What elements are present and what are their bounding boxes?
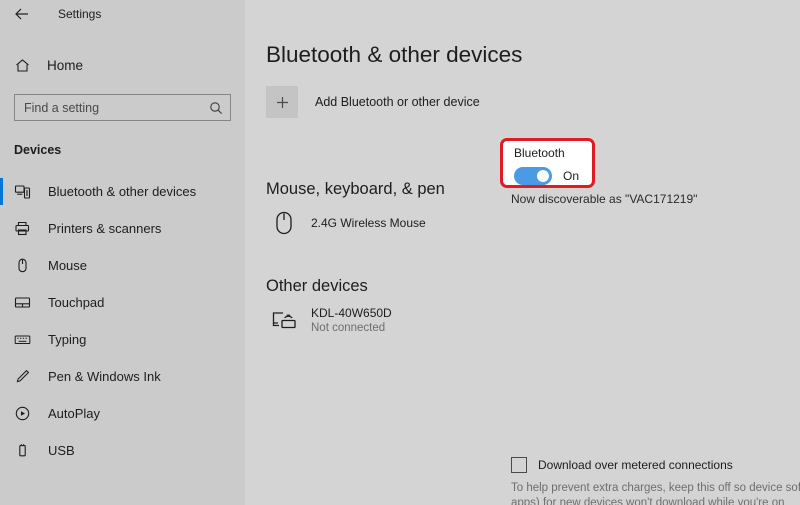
bluetooth-toggle-row: On	[514, 167, 579, 185]
bluetooth-toggle[interactable]	[514, 167, 552, 185]
sidebar-item-touchpad[interactable]: Touchpad	[0, 284, 245, 321]
wireless-display-icon	[270, 306, 298, 334]
settings-window: Settings Home Devices	[0, 0, 800, 505]
discoverable-text: Now discoverable as "VAC171219"	[511, 192, 697, 206]
sidebar-category-label: Devices	[14, 143, 245, 157]
printer-icon	[14, 220, 31, 237]
device-text: KDL-40W650D Not connected	[311, 306, 392, 334]
device-name: 2.4G Wireless Mouse	[311, 216, 426, 230]
bluetooth-devices-icon	[14, 183, 31, 200]
selection-indicator	[0, 437, 3, 464]
plus-icon	[266, 86, 298, 118]
add-bluetooth-device-button[interactable]: Add Bluetooth or other device	[266, 86, 800, 118]
selection-indicator	[0, 215, 3, 242]
bluetooth-toggle-state: On	[563, 169, 579, 183]
sidebar-item-bluetooth-other-devices[interactable]: Bluetooth & other devices	[0, 173, 245, 210]
selection-indicator	[0, 289, 3, 316]
sidebar-item-home[interactable]: Home	[0, 50, 245, 80]
sidebar-item-label: Bluetooth & other devices	[48, 184, 196, 199]
title-bar: Settings	[0, 0, 245, 28]
search-input[interactable]	[24, 101, 209, 115]
pen-icon	[14, 368, 31, 385]
back-arrow-icon[interactable]	[14, 6, 30, 22]
mouse-icon	[270, 209, 298, 237]
bluetooth-toggle-highlight: Bluetooth On	[500, 138, 595, 188]
autoplay-icon	[14, 405, 31, 422]
selection-indicator	[0, 400, 3, 427]
selection-indicator	[0, 178, 3, 205]
device-text: 2.4G Wireless Mouse	[311, 216, 426, 230]
sidebar: Settings Home Devices	[0, 0, 245, 505]
selection-indicator	[0, 363, 3, 390]
sidebar-item-label: Mouse	[48, 258, 87, 273]
group-title-other-devices: Other devices	[266, 277, 800, 296]
device-row[interactable]: KDL-40W650D Not connected	[266, 306, 800, 334]
mouse-icon	[14, 257, 31, 274]
sidebar-item-mouse[interactable]: Mouse	[0, 247, 245, 284]
search-icon	[209, 99, 223, 116]
selection-indicator	[0, 252, 3, 279]
sidebar-item-home-label: Home	[47, 58, 83, 73]
touchpad-icon	[14, 294, 31, 311]
sidebar-item-printers-scanners[interactable]: Printers & scanners	[0, 210, 245, 247]
content-pane: Bluetooth & other devices Add Bluetooth …	[245, 0, 800, 505]
sidebar-item-label: Printers & scanners	[48, 221, 161, 236]
metered-connections-label: Download over metered connections	[538, 458, 733, 472]
sidebar-item-label: Typing	[48, 332, 86, 347]
sidebar-item-label: USB	[48, 443, 75, 458]
app-title: Settings	[58, 7, 101, 21]
device-status: Not connected	[311, 322, 392, 334]
toggle-knob	[537, 170, 549, 182]
selection-indicator	[0, 326, 3, 353]
metered-connections-note: To help prevent extra charges, keep this…	[511, 481, 800, 505]
sidebar-item-typing[interactable]: Typing	[0, 321, 245, 358]
home-icon	[14, 57, 31, 74]
sidebar-item-pen-windows-ink[interactable]: Pen & Windows Ink	[0, 358, 245, 395]
search-box[interactable]	[14, 94, 231, 121]
sidebar-item-label: Pen & Windows Ink	[48, 369, 161, 384]
metered-connections-checkbox[interactable]	[511, 457, 527, 473]
page-title: Bluetooth & other devices	[266, 42, 800, 68]
device-row[interactable]: 2.4G Wireless Mouse	[266, 209, 800, 237]
add-bluetooth-device-label: Add Bluetooth or other device	[315, 95, 480, 109]
sidebar-item-label: AutoPlay	[48, 406, 100, 421]
bluetooth-label: Bluetooth	[514, 146, 579, 160]
usb-icon	[14, 442, 31, 459]
bluetooth-toggle-group: Bluetooth On	[514, 146, 579, 185]
sidebar-nav: Bluetooth & other devices Printers & sca…	[0, 173, 245, 469]
metered-connections-row[interactable]: Download over metered connections	[511, 457, 733, 473]
device-name: KDL-40W650D	[311, 306, 392, 320]
sidebar-item-usb[interactable]: USB	[0, 432, 245, 469]
keyboard-icon	[14, 331, 31, 348]
sidebar-item-autoplay[interactable]: AutoPlay	[0, 395, 245, 432]
sidebar-item-label: Touchpad	[48, 295, 104, 310]
